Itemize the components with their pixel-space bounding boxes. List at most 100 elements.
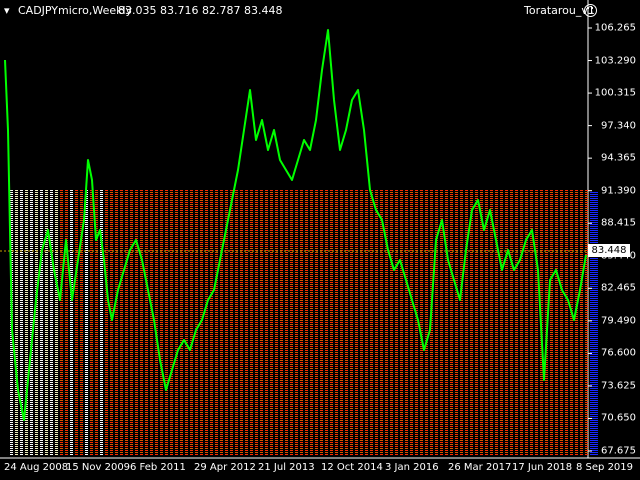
- indicator-bar: [340, 190, 343, 455]
- indicator-bar: [230, 190, 233, 455]
- ohlc-label: 83.035 83.716 82.787 83.448: [118, 4, 283, 17]
- indicator-bar: [235, 190, 238, 455]
- indicator-bar: [480, 190, 483, 455]
- indicator-bar: [375, 190, 378, 455]
- price-plot[interactable]: [0, 0, 640, 480]
- indicator-bar: [335, 190, 338, 455]
- indicator-bar: [295, 190, 298, 455]
- symbol-indicator-icon: ▾: [4, 4, 10, 17]
- time-scale-label: 8 Sep 2019: [576, 462, 634, 473]
- indicator-bar: [495, 190, 498, 455]
- indicator-bar: [60, 190, 63, 455]
- price-scale-label: 79.490: [601, 315, 636, 327]
- indicator-bar: [445, 190, 448, 455]
- time-scale-label: 15 Nov 2009: [66, 462, 131, 473]
- time-scale-label: 21 Jul 2013: [258, 462, 315, 473]
- time-scale-label: 3 Jan 2016: [385, 462, 439, 473]
- indicator-bar: [210, 190, 213, 455]
- price-scale-label: 103.290: [594, 55, 636, 67]
- indicator-bar: [275, 190, 278, 455]
- indicator-bar: [50, 190, 53, 455]
- indicator-bar: [240, 190, 243, 455]
- indicator-bar: [435, 190, 438, 455]
- indicator-bar: [70, 190, 73, 455]
- indicator-bar: [90, 190, 93, 455]
- indicator-bar: [365, 190, 368, 455]
- indicator-bar: [220, 190, 223, 455]
- price-scale-label: 106.265: [594, 22, 636, 34]
- indicator-bar: [15, 190, 18, 455]
- indicator-bar-current: [590, 192, 598, 455]
- price-scale-label: 97.340: [601, 120, 636, 132]
- indicator-bar: [195, 190, 198, 455]
- indicator-bar: [185, 190, 188, 455]
- indicator-bar: [470, 190, 473, 455]
- time-scale-label: 12 Oct 2014: [321, 462, 383, 473]
- indicator-bar: [135, 190, 138, 455]
- indicator-bar: [290, 190, 293, 455]
- indicator-bar: [320, 190, 323, 455]
- time-scale-label: 29 Apr 2012: [194, 462, 256, 473]
- indicator-bar: [110, 190, 113, 455]
- price-scale-label: 73.625: [601, 380, 636, 392]
- indicator-bar: [280, 190, 283, 455]
- indicator-bar: [170, 190, 173, 455]
- indicator-bar: [500, 190, 503, 455]
- time-scale-label: 24 Aug 2008: [4, 462, 69, 473]
- indicator-bar: [575, 190, 578, 455]
- indicator-bar: [485, 190, 488, 455]
- indicator-bar: [65, 190, 68, 455]
- time-scale-label: 26 Mar 2017: [448, 462, 512, 473]
- indicator-bar: [55, 190, 58, 455]
- indicator-bar: [130, 190, 133, 455]
- indicator-bar: [140, 190, 143, 455]
- time-scale-label: 6 Feb 2011: [130, 462, 186, 473]
- indicator-bar: [155, 190, 158, 455]
- indicator-bar: [190, 190, 193, 455]
- smiley-icon: [584, 4, 597, 17]
- indicator-bar: [180, 190, 183, 455]
- indicator-bar: [315, 190, 318, 455]
- time-scale-label: 17 Jun 2018: [512, 462, 573, 473]
- indicator-bar: [555, 190, 558, 455]
- price-scale-label: 67.675: [601, 445, 636, 457]
- indicator-bar: [85, 190, 88, 455]
- indicator-bar: [150, 190, 153, 455]
- indicator-bar: [395, 190, 398, 455]
- price-scale-label: 100.315: [594, 87, 636, 99]
- indicator-bar: [405, 190, 408, 455]
- indicator-bar: [450, 190, 453, 455]
- indicator-bar: [355, 190, 358, 455]
- indicator-bar: [380, 190, 383, 455]
- indicator-bar: [75, 190, 78, 455]
- indicator-bar: [245, 190, 248, 455]
- indicator-bar: [565, 190, 568, 455]
- indicator-bar: [455, 190, 458, 455]
- indicator-bar: [115, 190, 118, 455]
- indicator-bar: [580, 190, 583, 455]
- price-scale-label: 88.415: [601, 217, 636, 229]
- indicator-bar: [535, 190, 538, 455]
- indicator-bar: [360, 190, 363, 455]
- indicator-bar: [420, 190, 423, 455]
- indicator-bar: [510, 190, 513, 455]
- indicator-bar: [460, 190, 463, 455]
- price-scale-label: 91.390: [601, 185, 636, 197]
- current-price-tag: 83.448: [588, 244, 630, 257]
- indicator-bar: [145, 190, 148, 455]
- indicator-bar: [215, 190, 218, 455]
- indicator-bar: [465, 190, 468, 455]
- indicator-bar: [40, 190, 43, 455]
- indicator-bar: [560, 190, 563, 455]
- indicator-bar: [385, 190, 388, 455]
- indicator-bar: [285, 190, 288, 455]
- indicator-bar: [250, 190, 253, 455]
- indicator-bar: [330, 190, 333, 455]
- indicator-bar: [120, 190, 123, 455]
- chart-window[interactable]: ▾ CADJPYmicro,Weekly 83.035 83.716 82.78…: [0, 0, 640, 480]
- price-scale-label: 70.650: [601, 412, 636, 424]
- indicator-bar: [520, 190, 523, 455]
- indicator-bar: [370, 190, 373, 455]
- price-scale-label: 94.365: [601, 152, 636, 164]
- indicator-bar: [425, 190, 428, 455]
